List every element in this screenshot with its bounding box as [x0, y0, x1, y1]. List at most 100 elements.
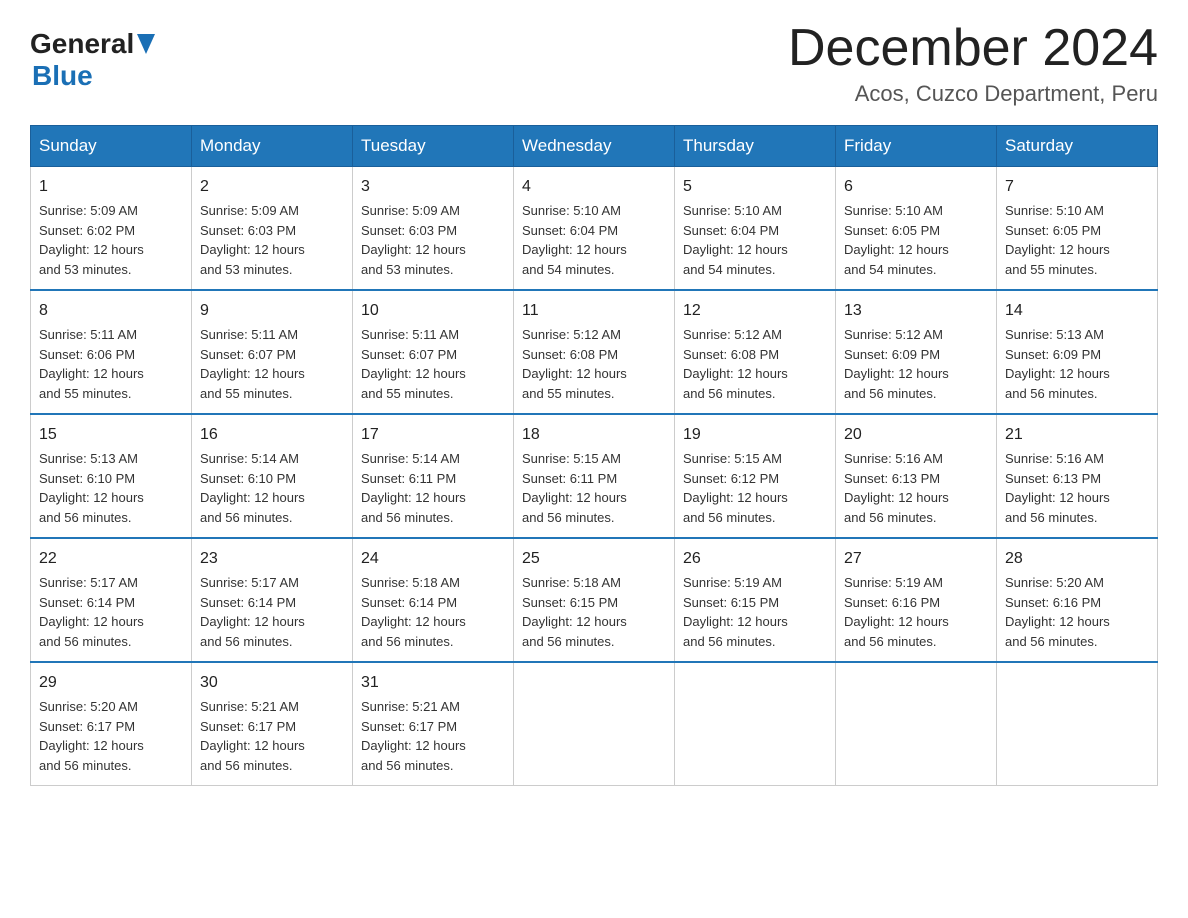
day-of-week-header: Saturday: [997, 126, 1158, 167]
logo: General Blue: [30, 20, 155, 92]
calendar-cell: 1 Sunrise: 5:09 AMSunset: 6:02 PMDayligh…: [31, 167, 192, 291]
day-of-week-header: Tuesday: [353, 126, 514, 167]
calendar-cell: 11 Sunrise: 5:12 AMSunset: 6:08 PMDaylig…: [514, 290, 675, 414]
calendar-cell: 31 Sunrise: 5:21 AMSunset: 6:17 PMDaylig…: [353, 662, 514, 786]
day-number: 23: [200, 547, 344, 571]
day-info: Sunrise: 5:09 AMSunset: 6:03 PMDaylight:…: [361, 203, 466, 277]
day-number: 5: [683, 175, 827, 199]
page-header: General Blue December 2024 Acos, Cuzco D…: [30, 20, 1158, 107]
calendar-cell: 16 Sunrise: 5:14 AMSunset: 6:10 PMDaylig…: [192, 414, 353, 538]
title-section: December 2024 Acos, Cuzco Department, Pe…: [788, 20, 1158, 107]
calendar-cell: 18 Sunrise: 5:15 AMSunset: 6:11 PMDaylig…: [514, 414, 675, 538]
calendar-cell: 20 Sunrise: 5:16 AMSunset: 6:13 PMDaylig…: [836, 414, 997, 538]
day-info: Sunrise: 5:11 AMSunset: 6:07 PMDaylight:…: [200, 327, 305, 401]
calendar-cell: 28 Sunrise: 5:20 AMSunset: 6:16 PMDaylig…: [997, 538, 1158, 662]
calendar-week-row: 15 Sunrise: 5:13 AMSunset: 6:10 PMDaylig…: [31, 414, 1158, 538]
day-info: Sunrise: 5:19 AMSunset: 6:15 PMDaylight:…: [683, 575, 788, 649]
calendar-header-row: SundayMondayTuesdayWednesdayThursdayFrid…: [31, 126, 1158, 167]
calendar-cell: 29 Sunrise: 5:20 AMSunset: 6:17 PMDaylig…: [31, 662, 192, 786]
day-number: 27: [844, 547, 988, 571]
day-info: Sunrise: 5:11 AMSunset: 6:07 PMDaylight:…: [361, 327, 466, 401]
day-number: 12: [683, 299, 827, 323]
calendar-cell: 3 Sunrise: 5:09 AMSunset: 6:03 PMDayligh…: [353, 167, 514, 291]
day-number: 26: [683, 547, 827, 571]
calendar-cell: 22 Sunrise: 5:17 AMSunset: 6:14 PMDaylig…: [31, 538, 192, 662]
day-number: 6: [844, 175, 988, 199]
day-info: Sunrise: 5:16 AMSunset: 6:13 PMDaylight:…: [844, 451, 949, 525]
day-info: Sunrise: 5:18 AMSunset: 6:15 PMDaylight:…: [522, 575, 627, 649]
day-number: 8: [39, 299, 183, 323]
day-number: 22: [39, 547, 183, 571]
calendar-cell: 27 Sunrise: 5:19 AMSunset: 6:16 PMDaylig…: [836, 538, 997, 662]
day-info: Sunrise: 5:09 AMSunset: 6:03 PMDaylight:…: [200, 203, 305, 277]
day-number: 4: [522, 175, 666, 199]
day-info: Sunrise: 5:15 AMSunset: 6:12 PMDaylight:…: [683, 451, 788, 525]
day-number: 10: [361, 299, 505, 323]
day-info: Sunrise: 5:14 AMSunset: 6:11 PMDaylight:…: [361, 451, 466, 525]
calendar-cell: 2 Sunrise: 5:09 AMSunset: 6:03 PMDayligh…: [192, 167, 353, 291]
calendar-cell: 21 Sunrise: 5:16 AMSunset: 6:13 PMDaylig…: [997, 414, 1158, 538]
calendar-cell: 12 Sunrise: 5:12 AMSunset: 6:08 PMDaylig…: [675, 290, 836, 414]
calendar-cell: 14 Sunrise: 5:13 AMSunset: 6:09 PMDaylig…: [997, 290, 1158, 414]
day-number: 28: [1005, 547, 1149, 571]
day-info: Sunrise: 5:18 AMSunset: 6:14 PMDaylight:…: [361, 575, 466, 649]
logo-blue-text: Blue: [32, 60, 93, 91]
month-title: December 2024: [788, 20, 1158, 77]
day-number: 13: [844, 299, 988, 323]
day-info: Sunrise: 5:12 AMSunset: 6:09 PMDaylight:…: [844, 327, 949, 401]
calendar-cell: 5 Sunrise: 5:10 AMSunset: 6:04 PMDayligh…: [675, 167, 836, 291]
day-info: Sunrise: 5:12 AMSunset: 6:08 PMDaylight:…: [522, 327, 627, 401]
day-number: 16: [200, 423, 344, 447]
calendar-cell: 4 Sunrise: 5:10 AMSunset: 6:04 PMDayligh…: [514, 167, 675, 291]
calendar-week-row: 29 Sunrise: 5:20 AMSunset: 6:17 PMDaylig…: [31, 662, 1158, 786]
day-of-week-header: Sunday: [31, 126, 192, 167]
day-info: Sunrise: 5:17 AMSunset: 6:14 PMDaylight:…: [200, 575, 305, 649]
day-number: 19: [683, 423, 827, 447]
day-of-week-header: Thursday: [675, 126, 836, 167]
day-info: Sunrise: 5:10 AMSunset: 6:04 PMDaylight:…: [683, 203, 788, 277]
day-of-week-header: Friday: [836, 126, 997, 167]
day-number: 29: [39, 671, 183, 695]
logo-general-text: General: [30, 28, 134, 60]
day-number: 14: [1005, 299, 1149, 323]
calendar-cell: 9 Sunrise: 5:11 AMSunset: 6:07 PMDayligh…: [192, 290, 353, 414]
day-number: 1: [39, 175, 183, 199]
calendar-cell: 25 Sunrise: 5:18 AMSunset: 6:15 PMDaylig…: [514, 538, 675, 662]
day-number: 17: [361, 423, 505, 447]
day-info: Sunrise: 5:17 AMSunset: 6:14 PMDaylight:…: [39, 575, 144, 649]
calendar-cell: 26 Sunrise: 5:19 AMSunset: 6:15 PMDaylig…: [675, 538, 836, 662]
day-info: Sunrise: 5:21 AMSunset: 6:17 PMDaylight:…: [361, 699, 466, 773]
day-of-week-header: Monday: [192, 126, 353, 167]
day-number: 30: [200, 671, 344, 695]
day-number: 11: [522, 299, 666, 323]
day-number: 31: [361, 671, 505, 695]
calendar-cell: [836, 662, 997, 786]
day-of-week-header: Wednesday: [514, 126, 675, 167]
day-number: 15: [39, 423, 183, 447]
day-number: 24: [361, 547, 505, 571]
calendar-cell: 24 Sunrise: 5:18 AMSunset: 6:14 PMDaylig…: [353, 538, 514, 662]
day-number: 3: [361, 175, 505, 199]
calendar-cell: 8 Sunrise: 5:11 AMSunset: 6:06 PMDayligh…: [31, 290, 192, 414]
day-info: Sunrise: 5:12 AMSunset: 6:08 PMDaylight:…: [683, 327, 788, 401]
day-info: Sunrise: 5:14 AMSunset: 6:10 PMDaylight:…: [200, 451, 305, 525]
day-info: Sunrise: 5:20 AMSunset: 6:16 PMDaylight:…: [1005, 575, 1110, 649]
calendar-cell: [514, 662, 675, 786]
calendar-week-row: 1 Sunrise: 5:09 AMSunset: 6:02 PMDayligh…: [31, 167, 1158, 291]
location-title: Acos, Cuzco Department, Peru: [788, 81, 1158, 107]
day-number: 9: [200, 299, 344, 323]
day-info: Sunrise: 5:13 AMSunset: 6:09 PMDaylight:…: [1005, 327, 1110, 401]
day-info: Sunrise: 5:21 AMSunset: 6:17 PMDaylight:…: [200, 699, 305, 773]
day-info: Sunrise: 5:10 AMSunset: 6:04 PMDaylight:…: [522, 203, 627, 277]
calendar-cell: [997, 662, 1158, 786]
day-info: Sunrise: 5:11 AMSunset: 6:06 PMDaylight:…: [39, 327, 144, 401]
day-info: Sunrise: 5:13 AMSunset: 6:10 PMDaylight:…: [39, 451, 144, 525]
day-number: 21: [1005, 423, 1149, 447]
calendar-cell: 7 Sunrise: 5:10 AMSunset: 6:05 PMDayligh…: [997, 167, 1158, 291]
calendar-cell: 6 Sunrise: 5:10 AMSunset: 6:05 PMDayligh…: [836, 167, 997, 291]
day-number: 20: [844, 423, 988, 447]
day-number: 18: [522, 423, 666, 447]
calendar-cell: 10 Sunrise: 5:11 AMSunset: 6:07 PMDaylig…: [353, 290, 514, 414]
calendar-cell: 13 Sunrise: 5:12 AMSunset: 6:09 PMDaylig…: [836, 290, 997, 414]
day-info: Sunrise: 5:10 AMSunset: 6:05 PMDaylight:…: [844, 203, 949, 277]
